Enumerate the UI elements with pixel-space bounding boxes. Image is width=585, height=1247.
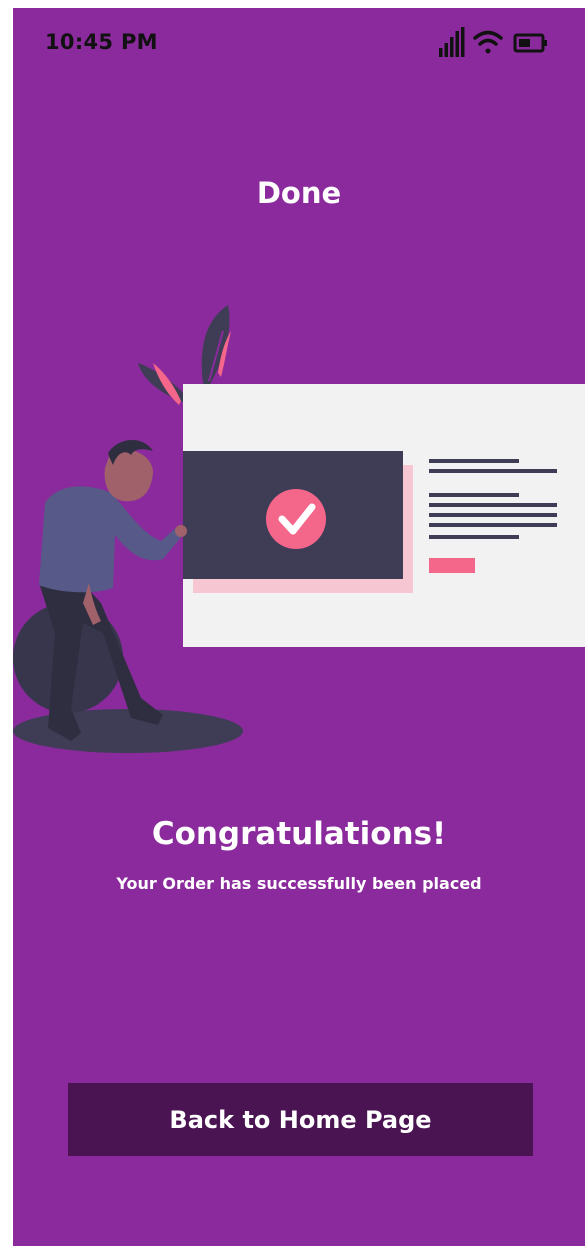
battery-icon (513, 33, 547, 53)
status-bar: 10:45 PM (13, 8, 585, 78)
page-title: Done (256, 176, 342, 210)
order-placed-message: Your Order has successfully been placed (116, 874, 482, 893)
signal-icon (439, 27, 465, 57)
status-icons (435, 26, 555, 62)
status-time: 10:45 PM (45, 30, 158, 54)
order-success-illustration (13, 305, 585, 753)
congratulations-heading: Congratulations! (151, 816, 447, 852)
back-to-home-button[interactable]: Back to Home Page (68, 1083, 533, 1156)
wifi-icon (473, 30, 503, 54)
order-success-screen: 10:45 PM Done Congratulations! Your Orde… (13, 8, 585, 1246)
